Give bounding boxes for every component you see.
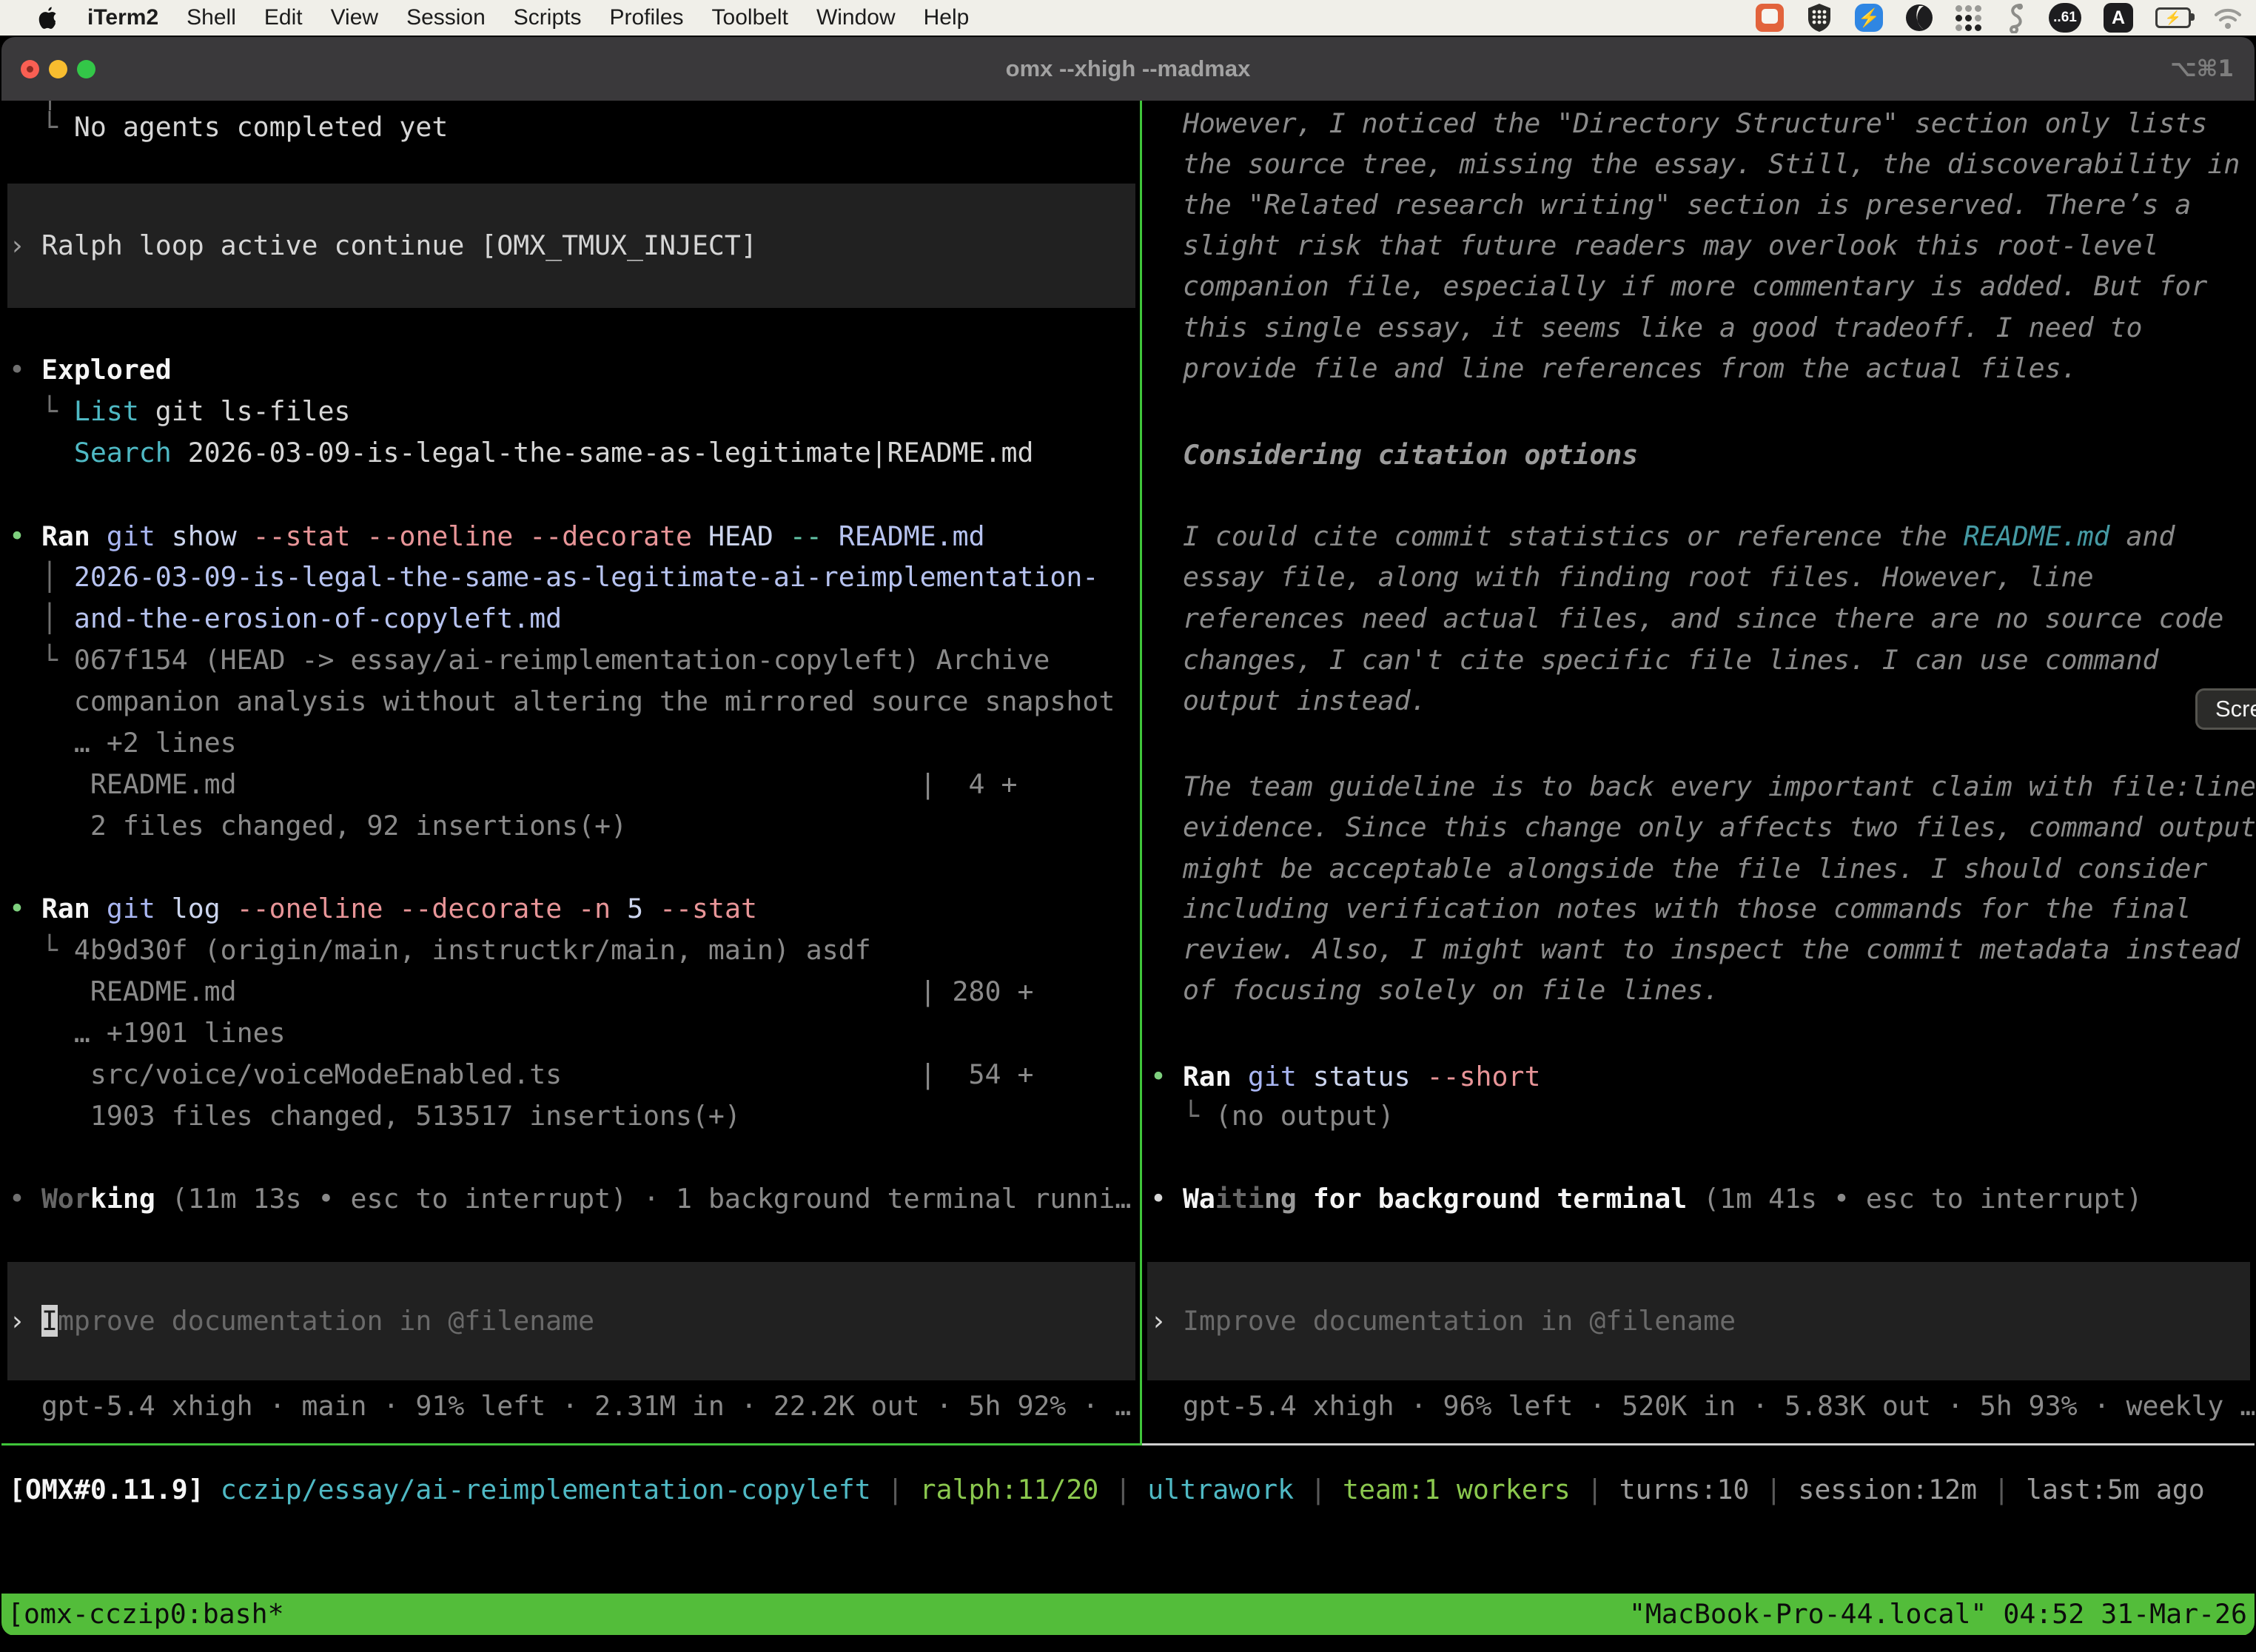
screen-overlay-button[interactable]: Scre [2195, 688, 2256, 730]
terminal-line: changes, I can't cite specific file line… [1150, 639, 2158, 681]
menu-item-edit[interactable]: Edit [264, 5, 303, 30]
crescent-circle-icon[interactable] [1905, 4, 1933, 32]
tmux-host-clock: "MacBook-Pro-44.local" 04:52 31-Mar-26 [1629, 1594, 2247, 1635]
terminal-line: … +1901 lines [9, 1013, 286, 1054]
terminal-line: references need actual files, and since … [1150, 598, 2223, 639]
terminal-line: However, I noticed the "Directory Struct… [1150, 103, 2207, 144]
menu-item-profiles[interactable]: Profiles [609, 5, 683, 30]
apple-logo-icon [38, 7, 58, 29]
terminal-content-area: └ No agents completed yet › Ralph loop a… [1, 101, 2255, 1636]
apple-menu[interactable] [38, 7, 58, 29]
menu-item-help[interactable]: Help [924, 5, 970, 30]
window-title: omx --xhigh --madmax [1, 37, 2255, 101]
dots-grid-icon[interactable] [1955, 4, 1982, 31]
terminal-line: 1903 files changed, 513517 insertions(+) [9, 1095, 741, 1137]
terminal-line: … +2 lines [9, 722, 237, 764]
window-title-bar[interactable]: omx --xhigh --madmax ⌥⌘1 [1, 37, 2255, 101]
input-source-icon[interactable]: A [2104, 3, 2133, 33]
terminal-pane-right[interactable]: However, I noticed the "Directory Struct… [1141, 101, 2255, 1443]
terminal-line: • Ran git log --oneline --decorate -n 5 … [9, 888, 757, 930]
tmux-status-bar: [omx-cczip0:bash* "MacBook-Pro-44.local"… [1, 1594, 2255, 1635]
menu-item-view[interactable]: View [331, 5, 378, 30]
menu-bar-status-area: ⚡ ..61 A ⚡ [1756, 0, 2243, 36]
terminal-pane-left[interactable]: └ No agents completed yet › Ralph loop a… [1, 101, 1140, 1443]
ralph-inject-banner: › Ralph loop active continue [OMX_TMUX_I… [7, 184, 1135, 308]
prompt-input-text: › Improve documentation in @filename [9, 1300, 594, 1342]
terminal-line: • Ran git show --stat --oneline --decora… [9, 516, 985, 557]
prompt-input-right[interactable]: › Improve documentation in @filename [1147, 1262, 2250, 1380]
terminal-line: └ 067f154 (HEAD -> essay/ai-reimplementa… [9, 639, 1050, 681]
terminal-line: review. Also, I might want to inspect th… [1150, 929, 2240, 970]
terminal-line: slight risk that future readers may over… [1150, 225, 2158, 266]
terminal-line: output instead. [1150, 680, 1427, 722]
terminal-line: src/voice/voiceModeEnabled.ts | 54 + [9, 1054, 1033, 1095]
window-shortcut-badge: ⌥⌘1 [2170, 37, 2234, 101]
waiting-status-line: • Waiting for background terminal (1m 41… [1150, 1178, 2143, 1220]
screen-overlay-label: Scre [2215, 696, 2256, 722]
terminal-line: companion analysis without altering the … [9, 681, 1115, 722]
terminal-line: └ List git ls-files [9, 391, 351, 432]
macos-menu-bar: iTerm2 Shell Edit View Session Scripts P… [0, 0, 2256, 36]
terminal-line: README.md | 280 + [9, 971, 1033, 1013]
terminal-line: companion file, especially if more comme… [1150, 266, 2207, 307]
terminal-line: README.md | 4 + [9, 764, 1017, 805]
menu-item-iterm2[interactable]: iTerm2 [87, 5, 158, 30]
terminal-line: the source tree, missing the essay. Stil… [1150, 144, 2240, 185]
menu-item-shell[interactable]: Shell [187, 5, 236, 30]
wifi-icon[interactable] [2213, 6, 2243, 30]
terminal-line: of focusing solely on file lines. [1150, 970, 1719, 1011]
reasoning-heading: Considering citation options [1150, 434, 1638, 476]
menu-item-session[interactable]: Session [406, 5, 486, 30]
bolt-badge-icon[interactable]: ⚡ [1855, 4, 1883, 32]
pane-divider[interactable] [1140, 101, 1142, 1446]
terminal-line: essay file, along with finding root file… [1150, 557, 2094, 598]
pane-bottom-border-right [1142, 1443, 2255, 1446]
omx-status-line: [OMX#0.11.9] cczip/essay/ai-reimplementa… [9, 1469, 2205, 1511]
percent-badge-icon[interactable]: ..61 [2049, 3, 2081, 33]
model-status-line: gpt-5.4 xhigh · main · 91% left · 2.31M … [9, 1386, 1131, 1427]
menu-item-scripts[interactable]: Scripts [514, 5, 582, 30]
terminal-line: this single essay, it seems like a good … [1150, 307, 2142, 349]
terminal-line: The team guideline is to back every impo… [1150, 766, 2255, 807]
terminal-line: the "Related research writing" section i… [1150, 184, 2191, 226]
prompt-input-left[interactable]: › Improve documentation in @filename [7, 1262, 1135, 1380]
model-status-line: gpt-5.4 xhigh · 96% left · 520K in · 5.8… [1150, 1386, 2255, 1427]
working-status-line: • Working (11m 13s • esc to interrupt) ·… [9, 1178, 1131, 1220]
prompt-input-text: › Improve documentation in @filename [1150, 1300, 1736, 1342]
terminal-line: evidence. Since this change only affects… [1150, 807, 2255, 848]
menu-item-toolbelt[interactable]: Toolbelt [712, 5, 788, 30]
terminal-line: └ 4b9d30f (origin/main, instructkr/main,… [9, 930, 871, 971]
terminal-line: └ No agents completed yet [9, 107, 448, 148]
terminal-line: │ 2026-03-09-is-legal-the-same-as-legiti… [9, 557, 1098, 598]
pane-bottom-border-left [1, 1443, 1140, 1446]
terminal-line: │ and-the-erosion-of-copyleft.md [9, 598, 562, 639]
chat-app-icon[interactable] [1756, 4, 1784, 32]
terminal-line: • Explored [9, 349, 172, 391]
terminal-line: └ (no output) [1150, 1095, 1394, 1137]
terminal-line: 2 files changed, 92 insertions(+) [9, 805, 627, 847]
terminal-line: including verification notes with those … [1150, 888, 2191, 930]
battery-icon[interactable]: ⚡ [2155, 7, 2191, 28]
shield-grid-icon[interactable] [1806, 3, 1833, 33]
terminal-line: provide file and line references from th… [1150, 348, 2078, 389]
terminal-line: might be acceptable alongside the file l… [1150, 848, 2207, 890]
terminal-line: I could cite commit statistics or refere… [1150, 516, 2175, 557]
terminal-line: › Ralph loop active continue [OMX_TMUX_I… [9, 225, 757, 266]
hook-icon[interactable] [2004, 2, 2027, 33]
terminal-line: • Ran git status --short [1150, 1056, 1540, 1098]
tmux-window-tab[interactable]: [omx-cczip0:bash* [7, 1594, 284, 1635]
screenshot-root: { "menu_bar": { "apple_icon": "apple-log… [0, 0, 2256, 1652]
terminal-line: Search 2026-03-09-is-legal-the-same-as-l… [9, 432, 1033, 474]
menu-item-window[interactable]: Window [816, 5, 896, 30]
